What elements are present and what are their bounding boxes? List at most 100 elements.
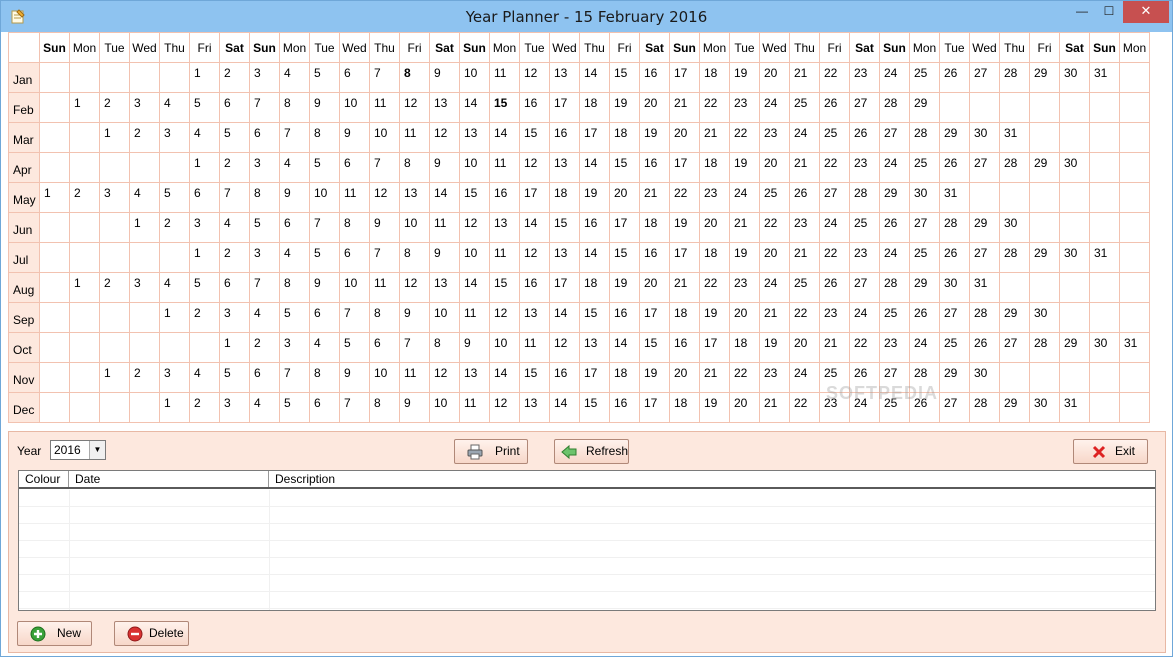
- day-cell[interactable]: 6: [189, 182, 220, 213]
- day-cell[interactable]: 3: [129, 272, 160, 303]
- day-cell[interactable]: 25: [789, 92, 820, 123]
- day-cell[interactable]: 26: [789, 182, 820, 213]
- day-cell[interactable]: 12: [549, 332, 580, 363]
- day-cell[interactable]: 11: [519, 332, 550, 363]
- day-cell[interactable]: 2: [129, 122, 160, 153]
- day-cell[interactable]: 25: [909, 152, 940, 183]
- day-cell[interactable]: 16: [609, 392, 640, 423]
- day-cell[interactable]: 11: [429, 212, 460, 243]
- day-cell[interactable]: 13: [459, 122, 490, 153]
- day-cell[interactable]: 6: [339, 152, 370, 183]
- day-cell[interactable]: 23: [849, 242, 880, 273]
- day-cell[interactable]: 18: [669, 302, 700, 333]
- day-cell[interactable]: 27: [849, 92, 880, 123]
- day-cell[interactable]: [1119, 62, 1150, 93]
- day-cell[interactable]: [1059, 272, 1090, 303]
- day-cell[interactable]: 31: [1089, 62, 1120, 93]
- day-cell[interactable]: 8: [399, 242, 430, 273]
- day-cell[interactable]: 15: [579, 392, 610, 423]
- day-cell[interactable]: 29: [1059, 332, 1090, 363]
- day-cell[interactable]: 20: [639, 92, 670, 123]
- day-cell[interactable]: 12: [429, 362, 460, 393]
- day-cell[interactable]: 30: [999, 212, 1030, 243]
- day-cell[interactable]: [159, 152, 190, 183]
- day-cell[interactable]: 22: [819, 242, 850, 273]
- day-cell[interactable]: 3: [279, 332, 310, 363]
- day-cell[interactable]: 16: [669, 332, 700, 363]
- day-cell[interactable]: 26: [939, 152, 970, 183]
- day-cell[interactable]: 29: [999, 302, 1030, 333]
- day-cell[interactable]: 6: [369, 332, 400, 363]
- day-cell[interactable]: 15: [489, 92, 520, 123]
- day-cell[interactable]: 28: [849, 182, 880, 213]
- day-cell[interactable]: 18: [579, 272, 610, 303]
- day-cell[interactable]: 7: [249, 272, 280, 303]
- day-cell[interactable]: 26: [939, 62, 970, 93]
- day-cell[interactable]: 26: [879, 212, 910, 243]
- day-cell[interactable]: 7: [279, 362, 310, 393]
- day-cell[interactable]: [39, 122, 70, 153]
- day-cell[interactable]: 8: [279, 92, 310, 123]
- day-cell[interactable]: 2: [219, 62, 250, 93]
- day-cell[interactable]: 30: [1059, 242, 1090, 273]
- day-cell[interactable]: [1029, 122, 1060, 153]
- day-cell[interactable]: 15: [609, 242, 640, 273]
- day-cell[interactable]: 30: [969, 362, 1000, 393]
- day-cell[interactable]: 28: [999, 242, 1030, 273]
- day-cell[interactable]: 8: [249, 182, 280, 213]
- day-cell[interactable]: 17: [639, 302, 670, 333]
- day-cell[interactable]: 14: [459, 92, 490, 123]
- day-cell[interactable]: 16: [579, 212, 610, 243]
- new-button[interactable]: New: [17, 621, 92, 646]
- day-cell[interactable]: 8: [369, 302, 400, 333]
- day-cell[interactable]: 10: [459, 152, 490, 183]
- day-cell[interactable]: [1119, 182, 1150, 213]
- day-cell[interactable]: 15: [519, 122, 550, 153]
- day-cell[interactable]: 25: [879, 302, 910, 333]
- day-cell[interactable]: 16: [639, 62, 670, 93]
- day-cell[interactable]: 21: [639, 182, 670, 213]
- maximize-button[interactable]: ☐: [1096, 1, 1122, 23]
- day-cell[interactable]: 17: [669, 242, 700, 273]
- day-cell[interactable]: 30: [939, 272, 970, 303]
- day-cell[interactable]: 23: [759, 362, 790, 393]
- day-cell[interactable]: [1059, 122, 1090, 153]
- day-cell[interactable]: 3: [219, 392, 250, 423]
- day-cell[interactable]: 14: [459, 272, 490, 303]
- day-cell[interactable]: 26: [969, 332, 1000, 363]
- day-cell[interactable]: 17: [519, 182, 550, 213]
- day-cell[interactable]: [1089, 272, 1120, 303]
- day-cell[interactable]: 23: [849, 62, 880, 93]
- day-cell[interactable]: 31: [1089, 242, 1120, 273]
- day-cell[interactable]: 20: [729, 302, 760, 333]
- day-cell[interactable]: 4: [189, 362, 220, 393]
- day-cell[interactable]: 19: [759, 332, 790, 363]
- day-cell[interactable]: [1119, 272, 1150, 303]
- day-cell[interactable]: 19: [699, 302, 730, 333]
- table-row[interactable]: [19, 575, 1155, 592]
- day-cell[interactable]: 12: [429, 122, 460, 153]
- day-cell[interactable]: 13: [549, 242, 580, 273]
- day-cell[interactable]: 8: [369, 392, 400, 423]
- day-cell[interactable]: 3: [189, 212, 220, 243]
- day-cell[interactable]: [1119, 92, 1150, 123]
- day-cell[interactable]: 21: [699, 122, 730, 153]
- day-cell[interactable]: 16: [519, 272, 550, 303]
- day-cell[interactable]: 4: [249, 302, 280, 333]
- day-cell[interactable]: 8: [339, 212, 370, 243]
- delete-button[interactable]: Delete: [114, 621, 189, 646]
- day-cell[interactable]: 12: [519, 242, 550, 273]
- day-cell[interactable]: 28: [909, 362, 940, 393]
- table-row[interactable]: [19, 490, 1155, 507]
- day-cell[interactable]: 12: [459, 212, 490, 243]
- day-cell[interactable]: [99, 212, 130, 243]
- day-cell[interactable]: 23: [789, 212, 820, 243]
- day-cell[interactable]: 26: [849, 362, 880, 393]
- day-cell[interactable]: 19: [639, 362, 670, 393]
- day-cell[interactable]: 10: [339, 92, 370, 123]
- day-cell[interactable]: [1089, 392, 1120, 423]
- day-cell[interactable]: 2: [189, 392, 220, 423]
- day-cell[interactable]: 10: [309, 182, 340, 213]
- day-cell[interactable]: 6: [309, 392, 340, 423]
- day-cell[interactable]: 8: [399, 152, 430, 183]
